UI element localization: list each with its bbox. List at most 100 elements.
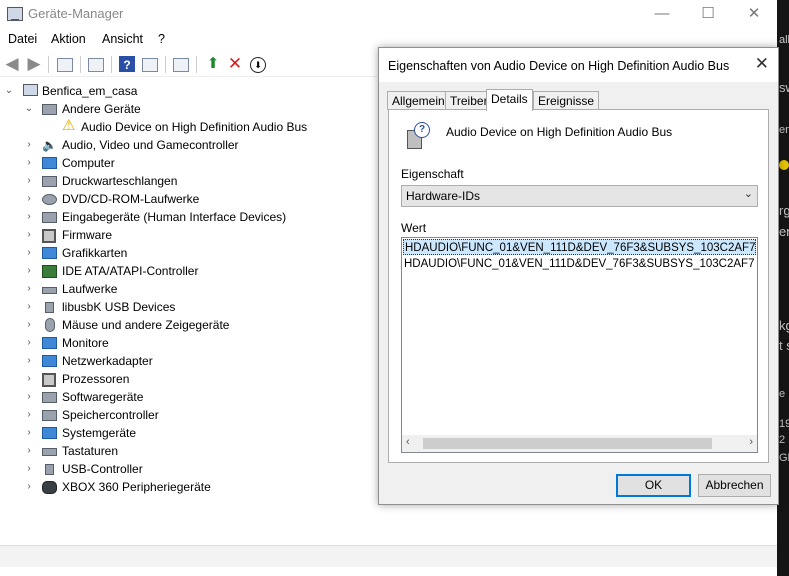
- uninstall-icon[interactable]: ✕: [226, 55, 244, 73]
- keyboard-icon: [42, 448, 57, 456]
- chevron-down-icon: ⌄: [743, 188, 753, 200]
- tree-item-label: Audio, Video und Gamecontroller: [62, 138, 239, 152]
- menu-datei[interactable]: Datei: [8, 32, 37, 46]
- tree-item-label: Speichercontroller: [62, 408, 159, 422]
- device-name: Audio Device on High Definition Audio Bu…: [446, 125, 673, 139]
- collapse-caret-icon[interactable]: ⌄: [4, 82, 14, 100]
- tree-item-label: Tastaturen: [62, 444, 119, 458]
- firmware-icon: [42, 229, 56, 243]
- property-select[interactable]: Hardware-IDs ⌄: [401, 185, 758, 207]
- property-select-value: Hardware-IDs: [406, 189, 481, 203]
- scan-hardware-icon[interactable]: [173, 58, 189, 72]
- tree-item-label: Firmware: [62, 228, 112, 242]
- printer-icon: [42, 176, 57, 187]
- window-bottom-edge: [0, 567, 777, 576]
- unknown-device-icon: [42, 104, 57, 115]
- help-icon[interactable]: ?: [119, 56, 135, 72]
- tree-item-label: Andere Geräte: [62, 102, 141, 116]
- menu-aktion[interactable]: Aktion: [51, 32, 86, 46]
- scroll-right-icon[interactable]: ›: [749, 436, 753, 448]
- disable-device-icon[interactable]: ⬇: [250, 57, 266, 73]
- collapse-caret-icon[interactable]: ⌄: [24, 100, 34, 118]
- value-list[interactable]: HDAUDIO\FUNC_01&VEN_111D&DEV_76F3&SUBSYS…: [401, 237, 758, 453]
- menu-help[interactable]: ?: [158, 32, 165, 46]
- bg-text: t s: [779, 338, 789, 353]
- tree-item-label: Computer: [62, 156, 115, 170]
- bg-text: 2: [779, 434, 786, 446]
- speaker-icon: [42, 136, 57, 154]
- storage-controller-icon: [42, 410, 57, 421]
- ok-button[interactable]: OK: [616, 474, 691, 497]
- drive-icon: [42, 287, 57, 294]
- horizontal-scrollbar[interactable]: ‹ ›: [402, 435, 757, 452]
- back-arrow-icon[interactable]: ◀: [3, 55, 21, 73]
- network-adapter-icon: [42, 355, 57, 367]
- tab-details[interactable]: Details: [486, 89, 533, 111]
- tab-ereignisse[interactable]: Ereignisse: [533, 91, 600, 110]
- update-driver-icon[interactable]: ⬆: [204, 55, 222, 73]
- dialog-title: Eigenschaften von Audio Device on High D…: [388, 59, 730, 73]
- menu-ansicht[interactable]: Ansicht: [102, 32, 143, 46]
- bg-text: rg: [779, 203, 789, 218]
- status-bar: [0, 545, 777, 568]
- tree-item-label: Systemgeräte: [62, 426, 137, 440]
- tree-item-label: Monitore: [62, 336, 109, 350]
- tree-item-label: IDE ATA/ATAPI-Controller: [62, 264, 199, 278]
- list-view-icon[interactable]: [88, 58, 104, 72]
- forward-arrow-icon[interactable]: ▶: [25, 55, 43, 73]
- tree-item-label: Softwaregeräte: [62, 390, 144, 404]
- status-dot-icon: [779, 160, 789, 170]
- usb-controller-icon: [45, 464, 54, 475]
- usb-device-icon: [45, 302, 54, 313]
- details-panel: ? Audio Device on High Definition Audio …: [388, 109, 769, 463]
- scrollbar-thumb[interactable]: [423, 438, 712, 449]
- properties-dialog: Eigenschaften von Audio Device on High D…: [378, 47, 779, 505]
- ide-controller-icon: [42, 265, 57, 278]
- tree-item-label: Audio Device on High Definition Audio Bu…: [81, 120, 308, 134]
- value-label: Wert: [401, 221, 427, 235]
- bg-text: en: [779, 124, 789, 136]
- computer-icon: [23, 84, 38, 96]
- maximize-button[interactable]: ☐: [685, 0, 731, 29]
- tree-item-label: Mäuse und andere Zeigegeräte: [62, 318, 230, 332]
- tree-item-label: Netzwerkadapter: [62, 354, 153, 368]
- tree-item-label: USB-Controller: [62, 462, 143, 476]
- tree-item-label: Prozessoren: [62, 372, 130, 386]
- window-title: Geräte-Manager: [28, 6, 124, 21]
- title-bar: Geräte-Manager — ☐ ✕: [0, 0, 777, 29]
- properties-view-icon[interactable]: [57, 58, 73, 72]
- property-label: Eigenschaft: [401, 167, 464, 181]
- tree-item-label: DVD/CD-ROM-Laufwerke: [62, 192, 200, 206]
- bg-text: kg: [779, 318, 789, 333]
- scroll-left-icon[interactable]: ‹: [406, 436, 410, 448]
- cancel-button[interactable]: Abbrechen: [698, 474, 771, 497]
- bg-text: e: [779, 388, 786, 400]
- display-adapter-icon: [42, 247, 57, 259]
- gamepad-icon: [42, 481, 57, 494]
- monitor-icon: [42, 157, 57, 169]
- tree-item-label: Eingabegeräte (Human Interface Devices): [62, 210, 287, 224]
- hid-icon: [42, 212, 57, 223]
- bg-text: all: [779, 34, 789, 46]
- tree-root-label: Benfica_em_casa: [42, 84, 138, 98]
- processor-icon: [42, 373, 56, 387]
- tree-item-label: libusbK USB Devices: [62, 300, 176, 314]
- list-item[interactable]: HDAUDIO\FUNC_01&VEN_111D&DEV_76F3&SUBSYS…: [403, 239, 756, 255]
- list-item[interactable]: HDAUDIO\FUNC_01&VEN_111D&DEV_76F3&SUBSYS…: [403, 256, 757, 272]
- tree-item-label: XBOX 360 Peripheriegeräte: [62, 480, 211, 494]
- software-device-icon: [42, 392, 57, 403]
- action-view-icon[interactable]: [142, 58, 158, 72]
- bg-text: GB: [779, 452, 789, 464]
- tab-allgemein[interactable]: Allgemein: [387, 91, 450, 110]
- bg-text: en: [779, 224, 789, 239]
- tree-item-label: Druckwarteschlangen: [62, 174, 178, 188]
- warning-device-icon: [62, 117, 77, 135]
- unknown-device-icon: ?: [405, 122, 430, 149]
- dialog-close-icon[interactable]: ✕: [755, 54, 769, 74]
- monitor-icon: [42, 337, 57, 349]
- disc-drive-icon: [42, 194, 57, 205]
- close-button[interactable]: ✕: [731, 0, 777, 29]
- dialog-title-bar: Eigenschaften von Audio Device on High D…: [379, 48, 778, 82]
- minimize-button[interactable]: —: [639, 0, 685, 29]
- bg-text: sw: [779, 80, 789, 95]
